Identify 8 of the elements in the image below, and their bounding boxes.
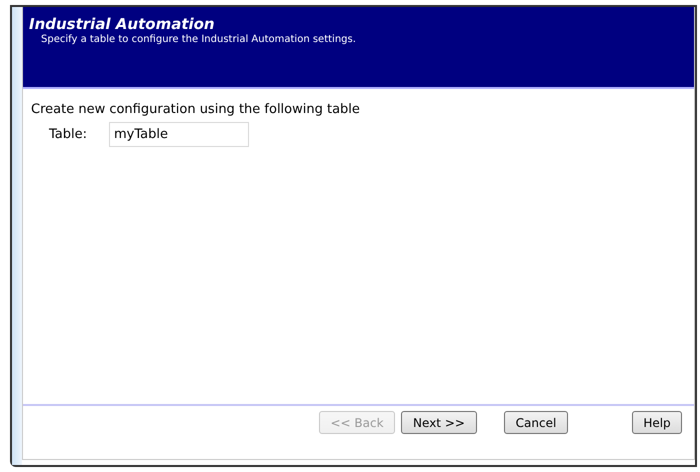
- header-title: Industrial Automation: [29, 15, 215, 33]
- help-button[interactable]: Help: [632, 411, 682, 434]
- table-field[interactable]: myTable: [109, 122, 249, 147]
- header-subtitle: Specify a table to configure the Industrial Automation settings.: [41, 33, 356, 47]
- wizard-button[interactable]: Next >>: [401, 411, 477, 434]
- field-label: Table:: [49, 126, 88, 144]
- instruction-text: Create new configuration using the following table: [31, 102, 360, 118]
- cancel-button[interactable]: Cancel: [504, 411, 568, 434]
